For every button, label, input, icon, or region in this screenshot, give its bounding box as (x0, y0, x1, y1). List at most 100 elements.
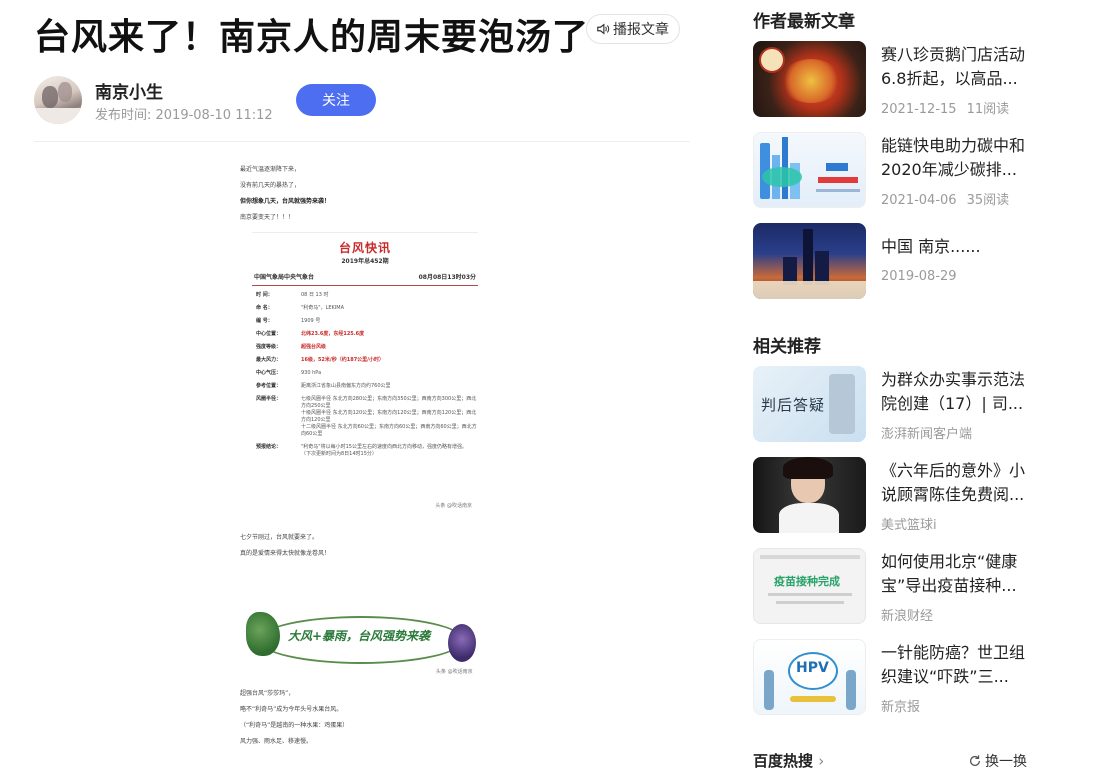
latest-article-card[interactable]: 中国 南京...... 2019-08-29 (753, 223, 1033, 301)
related-source: 新浪财经 (881, 609, 934, 624)
thumbnail-vaccine[interactable]: 疫苗接种完成 (753, 548, 866, 624)
author-bar: 南京小生 发布时间: 2019-08-10 11:12 关注 (34, 74, 684, 124)
outro: 七夕节刚过，台风就要来了。 真的是爱情来得太快就像龙卷风！ (240, 534, 480, 558)
intro-line: 但你想象几天，台风就强势来袭！ (240, 198, 331, 205)
follow-button[interactable]: 关注 (296, 84, 376, 116)
bulletin-key: 中心位置： (256, 331, 282, 337)
article-meta: 2021-04-06 35阅读 (881, 193, 1010, 208)
article-meta: 2021-12-15 11阅读 (881, 102, 1010, 117)
bulletin-row: 中心气压： 930 hPa (252, 370, 478, 377)
speaker-icon (597, 23, 610, 35)
article-title-link[interactable]: 中国 南京...... (881, 235, 1031, 259)
related-heading: 相关推荐 (753, 337, 821, 357)
publish-time: 发布时间: 2019-08-10 11:12 (95, 108, 273, 123)
bulletin-value: 08 日 13 时 (301, 292, 329, 298)
related-title-link[interactable]: 如何使用北京“健康宝”导出疫苗接种... (881, 550, 1031, 598)
article-body: 最近气温逐渐降下来， 没有前几天的暴热了， 但你想象几天，台风就强势来袭！ 南京… (240, 166, 480, 754)
thumb-text: 疫苗接种完成 (774, 575, 840, 588)
article-meta: 2019-08-29 (881, 269, 957, 284)
related-card[interactable]: 疫苗接种完成 如何使用北京“健康宝”导出疫苗接种... 新浪财经 (753, 548, 1033, 626)
bulletin-key: 强度等级： (256, 344, 282, 350)
story-line: （“利奇马”是越南的一种水果：鸡蛋果） (240, 722, 349, 729)
outro-line: 真的是爱情来得太快就像龙卷风！ (240, 550, 331, 557)
bulletin-key: 风圈半径： (256, 396, 282, 402)
bulletin-value: 七级风圈半径 东北方向280公里；东南方向350公里；西南方向300公里；西北方… (301, 396, 477, 437)
avatar[interactable] (34, 76, 82, 124)
bulletin-time: 08月08日13时03分 (418, 274, 476, 281)
bulletin-title: 台风快讯 (338, 241, 391, 255)
bulletin-key: 编 号： (256, 318, 273, 324)
bulletin-value: 超强台风级 (301, 344, 327, 350)
thumbnail-court[interactable]: 判后答疑 (753, 366, 866, 442)
bulletin-watermark: 头条 @吹话南京 (435, 503, 472, 509)
intro-line: 最近气温逐渐降下来， (240, 166, 301, 173)
bulletin-row: 中心位置： 北纬23.6度，东经125.6度 (252, 331, 478, 338)
bulletin-rule (252, 285, 478, 286)
related-card[interactable]: 判后答疑 为群众办实事示范法院创建（17）| 司... 澎湃新闻客户端 (753, 366, 1033, 444)
bulletin-row: 时 间： 08 日 13 时 (252, 292, 478, 299)
bulletin-row: 风圈半径： 七级风圈半径 东北方向280公里；东南方向350公里；西南方向300公… (252, 396, 478, 438)
bulletin-issue: 2019年总452期 (341, 258, 389, 265)
latest-article-card[interactable]: 能链快电助力碳中和 2020年减少碳排... 2021-04-06 35阅读 (753, 132, 1033, 210)
typhoon-bulletin: 台风快讯 2019年总452期 中国气象局中央气象台 08月08日13时03分 … (252, 232, 478, 512)
intro-line: 没有前几天的暴热了， (240, 182, 301, 189)
article-title: 台风来了！南京人的周末要泡汤了 (34, 17, 590, 58)
hot-search-heading[interactable]: 百度热搜 › (753, 750, 824, 771)
article-title-link[interactable]: 赛八珍贡鹅门店活动6.8折起，以高品... (881, 43, 1031, 91)
bulletin-key: 中心气压： (256, 370, 282, 376)
bulletin-row: 强度等级： 超强台风级 (252, 344, 478, 351)
bulletin-header: 中国气象局中央气象台 08月08日13时03分 (252, 274, 478, 282)
banner-watermark: 头条 @吹话南京 (436, 669, 473, 675)
latest-article-card[interactable]: 赛八珍贡鹅门店活动6.8折起，以高品... 2021-12-15 11阅读 (753, 41, 1033, 119)
story-line: 略不“利奇马”成为今年头号水果台风。 (240, 706, 343, 713)
bulletin-row: 参考位置： 距离浙江省象山县南偏东方向约760公里 (252, 383, 478, 390)
related-card[interactable]: HPV 一针能防癌？世卫组织建议“吓跌”三... 新京报 (753, 639, 1033, 717)
bulletin-row: 命 名： "利奇马"，LEKIMA (252, 305, 478, 312)
chevron-right-icon: › (818, 752, 825, 770)
thumb-text: HPV (796, 660, 829, 676)
bulletin-value: 16级，52米/秒（约187公里/小时） (301, 357, 385, 363)
refresh-label: 换一换 (985, 754, 1027, 770)
report-article-button[interactable]: 播报文章 (586, 14, 680, 44)
thumb-text: 判后答疑 (761, 396, 826, 414)
banner-right-art (448, 624, 476, 662)
outro-line: 七夕节刚过，台风就要来了。 (240, 534, 319, 541)
related-title-link[interactable]: 为群众办实事示范法院创建（17）| 司... (881, 368, 1031, 416)
bulletin-key: 时 间： (256, 292, 273, 298)
related-title-link[interactable]: 《六年后的意外》小说顾霄陈佳免费阅... (881, 459, 1031, 507)
thumbnail-nanjing-night[interactable] (753, 223, 866, 299)
intro-line: 南京要变天了！！！ (240, 214, 295, 221)
header-divider (34, 141, 690, 142)
bulletin-key: 预报结论： (256, 444, 282, 450)
article-title-link[interactable]: 能链快电助力碳中和 2020年减少碳排... (881, 134, 1031, 182)
bulletin-key: 命 名： (256, 305, 273, 311)
thumbnail-hotpot[interactable] (753, 41, 866, 117)
refresh-icon (969, 755, 981, 766)
banner-left-art (246, 612, 280, 656)
related-title-link[interactable]: 一针能防癌？世卫组织建议“吓跌”三... (881, 641, 1031, 689)
story: 超强台风“莎莎玛”， 略不“利奇马”成为今年头号水果台风。 （“利奇马”是越南的… (240, 690, 480, 746)
related-card[interactable]: 《六年后的意外》小说顾霄陈佳免费阅... 美式篮球i (753, 457, 1033, 535)
typhoon-banner: 大风+暴雨，台风强势来袭 头条 @吹话南京 (244, 602, 480, 676)
banner-text: 大风+暴雨，台风强势来袭 (288, 629, 431, 643)
bulletin-row: 预报结论： "利奇马"将以每小时15公里左右的速度向西北方向移动，强度仍略有增强。… (252, 444, 478, 458)
bulletin-key: 参考位置： (256, 383, 282, 389)
thumbnail-hpv[interactable]: HPV (753, 639, 866, 715)
report-label: 播报文章 (613, 22, 669, 38)
bulletin-value: "利奇马"将以每小时15公里左右的速度向西北方向移动，强度仍略有增强。 （下次更… (301, 444, 467, 457)
thumbnail-energy[interactable] (753, 132, 866, 208)
bulletin-value: "利奇马"，LEKIMA (301, 305, 345, 311)
related-source: 新京报 (881, 700, 921, 715)
refresh-button[interactable]: 换一换 (968, 751, 1027, 771)
bulletin-key: 最大风力： (256, 357, 282, 363)
bulletin-value: 距离浙江省象山县南偏东方向约760公里 (301, 383, 391, 389)
author-name[interactable]: 南京小生 (95, 78, 163, 103)
bulletin-issuer: 中国气象局中央气象台 (254, 274, 315, 281)
story-line: 超强台风“莎莎玛”， (240, 690, 295, 697)
bulletin-row: 编 号： 1909 号 (252, 318, 478, 325)
bulletin-row: 最大风力： 16级，52米/秒（约187公里/小时） (252, 357, 478, 364)
bulletin-rows: 时 间： 08 日 13 时命 名： "利奇马"，LEKIMA 编 号： 1909 号中… (252, 292, 478, 458)
related-source: 澎湃新闻客户端 (881, 427, 973, 442)
thumbnail-portrait[interactable] (753, 457, 866, 533)
bulletin-value: 1909 号 (301, 318, 321, 324)
